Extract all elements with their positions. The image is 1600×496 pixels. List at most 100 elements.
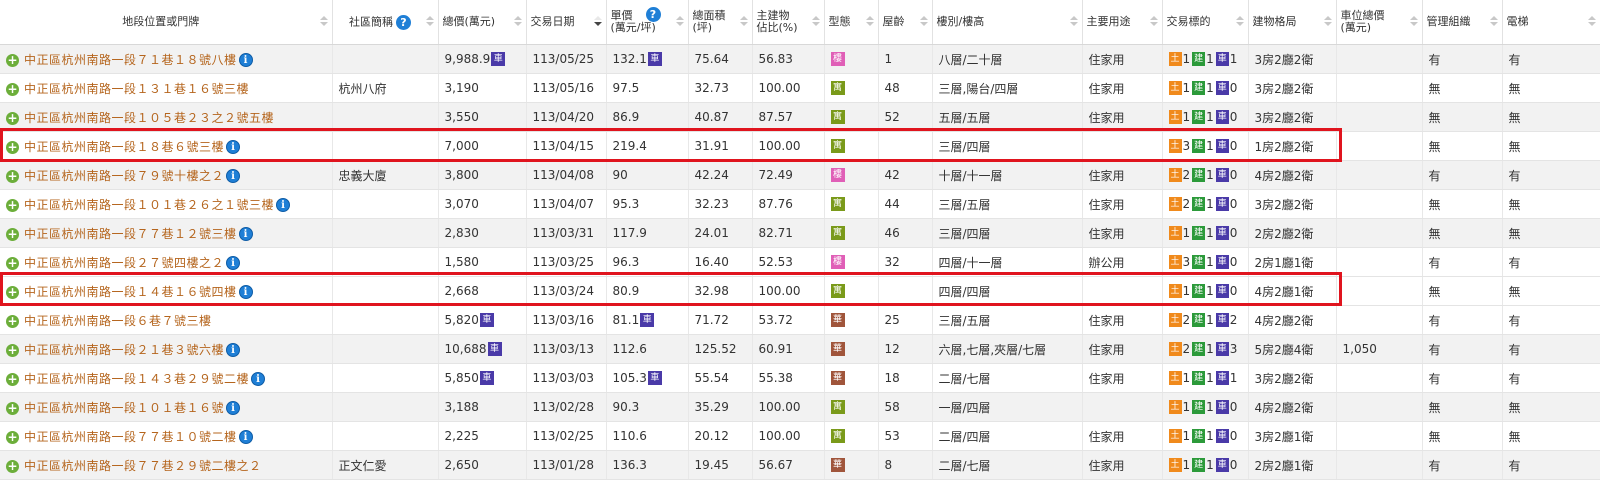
info-icon[interactable]: i (251, 372, 266, 386)
address-cell[interactable]: + 中正區杭州南路一段２７號四樓之２ i (0, 247, 333, 277)
info-icon[interactable]: i (226, 169, 241, 183)
header-elevator[interactable]: 電梯 (1502, 0, 1600, 45)
address-cell[interactable]: + 中正區杭州南路一段７７巷１０號二樓 i (0, 421, 333, 451)
sort-arrows-icon[interactable] (1409, 16, 1418, 28)
sort-arrows-icon[interactable] (811, 16, 820, 28)
header-floor[interactable]: 樓別/樓高 (932, 0, 1083, 45)
expand-plus-icon[interactable]: + (6, 372, 19, 386)
header-age[interactable]: 屋齡 (878, 0, 933, 45)
sort-arrows-icon[interactable] (513, 16, 522, 28)
info-icon[interactable]: i (238, 285, 253, 299)
table-row[interactable]: + 中正區杭州南路一段１０１巷２６之１號三樓 i 3,070 113/04/07 95.3… (0, 189, 1600, 219)
table-row[interactable]: + 中正區杭州南路一段７１巷１８號八樓 i 9,988.9 車 113/05/25 132.… (0, 44, 1600, 74)
address-cell[interactable]: + 中正區杭州南路一段７７巷１２號三樓 i (0, 218, 333, 248)
sort-arrows-icon[interactable] (1149, 16, 1158, 28)
expand-plus-icon[interactable]: + (6, 82, 19, 96)
sort-arrows-icon[interactable] (319, 16, 328, 28)
table-row[interactable]: + 中正區杭州南路一段６巷７號三樓 5,820 車 113/03/16 81.1 車 71.7… (0, 305, 1600, 335)
address-link[interactable]: 中正區杭州南路一段２１巷３號六樓 (24, 343, 224, 357)
address-link[interactable]: 中正區杭州南路一段２７號四樓之２ (24, 256, 224, 270)
info-icon[interactable]: i (226, 401, 241, 415)
expand-plus-icon[interactable]: + (6, 169, 19, 183)
sort-arrows-icon[interactable] (593, 16, 602, 28)
info-icon[interactable]: i (238, 430, 253, 444)
address-link[interactable]: 中正區杭州南路一段７１巷１８號八樓 (24, 53, 237, 67)
expand-plus-icon[interactable]: + (6, 401, 19, 415)
header-type[interactable]: 型態 (824, 0, 879, 45)
address-cell[interactable]: + 中正區杭州南路一段６巷７號三樓 (0, 305, 333, 335)
table-row[interactable]: + 中正區杭州南路一段１８巷６號三樓 i 7,000 113/04/15 219.4 31.… (0, 131, 1600, 161)
table-row[interactable]: + 中正區杭州南路一段７９號十樓之２ i 忠義大廈 3,800 113/04/08 90 42… (0, 160, 1600, 190)
expand-plus-icon[interactable]: + (6, 53, 19, 67)
expand-plus-icon[interactable]: + (6, 430, 19, 444)
info-icon[interactable]: i (226, 140, 241, 154)
table-row[interactable]: + 中正區杭州南路一段１４３巷２９號二樓 i 5,850 車 113/03/03 105.3… (0, 363, 1600, 393)
header-address[interactable]: 地段位置或門牌 (0, 0, 333, 45)
address-link[interactable]: 中正區杭州南路一段７７巷１０號二樓 (24, 430, 237, 444)
header-area[interactable]: 總面積 (坪) (688, 0, 753, 45)
sort-arrows-icon[interactable] (1587, 16, 1596, 28)
expand-plus-icon[interactable]: + (6, 314, 19, 328)
address-link[interactable]: 中正區杭州南路一段１０１巷２６之１號三樓 (24, 198, 274, 212)
sort-arrows-icon[interactable] (1489, 16, 1498, 28)
address-cell[interactable]: + 中正區杭州南路一段７７巷２９號二樓之２ (0, 450, 333, 480)
expand-plus-icon[interactable]: + (6, 111, 19, 125)
info-icon[interactable]: i (238, 227, 253, 241)
address-link[interactable]: 中正區杭州南路一段１３１巷１６號三樓 (24, 82, 249, 96)
address-cell[interactable]: + 中正區杭州南路一段１０１巷１６號 i (0, 392, 333, 422)
info-icon[interactable]: i (276, 198, 291, 212)
table-row[interactable]: + 中正區杭州南路一段１０５巷２３之２號五樓 3,550 113/04/20 86.9 4… (0, 102, 1600, 132)
question-icon[interactable]: ? (645, 7, 661, 22)
sort-arrows-icon[interactable] (1235, 16, 1244, 28)
header-date[interactable]: 交易日期 (526, 0, 607, 45)
address-cell[interactable]: + 中正區杭州南路一段１０５巷２３之２號五樓 (0, 102, 333, 132)
address-cell[interactable]: + 中正區杭州南路一段７１巷１８號八樓 i (0, 44, 333, 74)
header-target[interactable]: 交易標的 (1162, 0, 1249, 45)
table-row[interactable]: + 中正區杭州南路一段１０１巷１６號 i 3,188 113/02/28 90.3 35.2… (0, 392, 1600, 422)
header-unit-price[interactable]: 單價 (萬元/坪)? (606, 0, 689, 45)
info-icon[interactable]: i (226, 256, 241, 270)
sort-arrows-icon[interactable] (1323, 16, 1332, 28)
info-icon[interactable]: i (238, 53, 253, 67)
address-link[interactable]: 中正區杭州南路一段１０１巷１６號 (24, 401, 224, 415)
header-usage[interactable]: 主要用途 (1082, 0, 1163, 45)
expand-plus-icon[interactable]: + (6, 285, 19, 299)
expand-plus-icon[interactable]: + (6, 140, 19, 154)
address-link[interactable]: 中正區杭州南路一段７７巷２９號二樓之２ (24, 459, 262, 473)
sort-arrows-icon[interactable] (675, 16, 684, 28)
table-row[interactable]: + 中正區杭州南路一段１３１巷１６號三樓 杭州八府 3,190 113/05/16 97.… (0, 73, 1600, 103)
header-layout[interactable]: 建物格局 (1248, 0, 1337, 45)
address-link[interactable]: 中正區杭州南路一段７９號十樓之２ (24, 169, 224, 183)
header-main-ratio[interactable]: 主建物 佔比(%) (752, 0, 825, 45)
address-cell[interactable]: + 中正區杭州南路一段２１巷３號六樓 i (0, 334, 333, 364)
address-cell[interactable]: + 中正區杭州南路一段１４巷１６號四樓 i (0, 276, 333, 306)
table-row[interactable]: + 中正區杭州南路一段２７號四樓之２ i 1,580 113/03/25 96.3 16.4… (0, 247, 1600, 277)
address-link[interactable]: 中正區杭州南路一段１０５巷２３之２號五樓 (24, 111, 274, 125)
address-cell[interactable]: + 中正區杭州南路一段１８巷６號三樓 i (0, 131, 333, 161)
sort-arrows-icon[interactable] (919, 16, 928, 28)
address-cell[interactable]: + 中正區杭州南路一段１４３巷２９號二樓 i (0, 363, 333, 393)
header-management[interactable]: 管理組織 (1422, 0, 1503, 45)
expand-plus-icon[interactable]: + (6, 198, 19, 212)
table-row[interactable]: + 中正區杭州南路一段７７巷２９號二樓之２ 正文仁愛 2,650 113/01/28 13… (0, 450, 1600, 480)
expand-plus-icon[interactable]: + (6, 459, 19, 473)
address-link[interactable]: 中正區杭州南路一段１４巷１６號四樓 (24, 285, 237, 299)
sort-arrows-icon[interactable] (739, 16, 748, 28)
table-row[interactable]: + 中正區杭州南路一段２１巷３號六樓 i 10,688 車 113/03/13 112.6 1… (0, 334, 1600, 364)
address-link[interactable]: 中正區杭州南路一段１４３巷２９號二樓 (24, 372, 249, 386)
address-cell[interactable]: + 中正區杭州南路一段１３１巷１６號三樓 (0, 73, 333, 103)
info-icon[interactable]: i (226, 343, 241, 357)
header-parking-price[interactable]: 車位總價 (萬元) (1336, 0, 1423, 45)
sort-arrows-icon[interactable] (1069, 16, 1078, 28)
table-row[interactable]: + 中正區杭州南路一段７７巷１０號二樓 i 2,225 113/02/25 110.6 20… (0, 421, 1600, 451)
expand-plus-icon[interactable]: + (6, 227, 19, 241)
address-link[interactable]: 中正區杭州南路一段１８巷６號三樓 (24, 140, 224, 154)
sort-arrows-icon[interactable] (865, 16, 874, 28)
address-cell[interactable]: + 中正區杭州南路一段１０１巷２６之１號三樓 i (0, 189, 333, 219)
table-row[interactable]: + 中正區杭州南路一段７７巷１２號三樓 i 2,830 113/03/31 117.9 24… (0, 218, 1600, 248)
header-total-price[interactable]: 總價(萬元) (438, 0, 527, 45)
sort-arrows-icon[interactable] (425, 16, 434, 28)
address-link[interactable]: 中正區杭州南路一段６巷７號三樓 (24, 314, 212, 328)
question-icon[interactable]: ? (396, 14, 411, 30)
header-community[interactable]: 社區簡稱? (332, 0, 439, 45)
